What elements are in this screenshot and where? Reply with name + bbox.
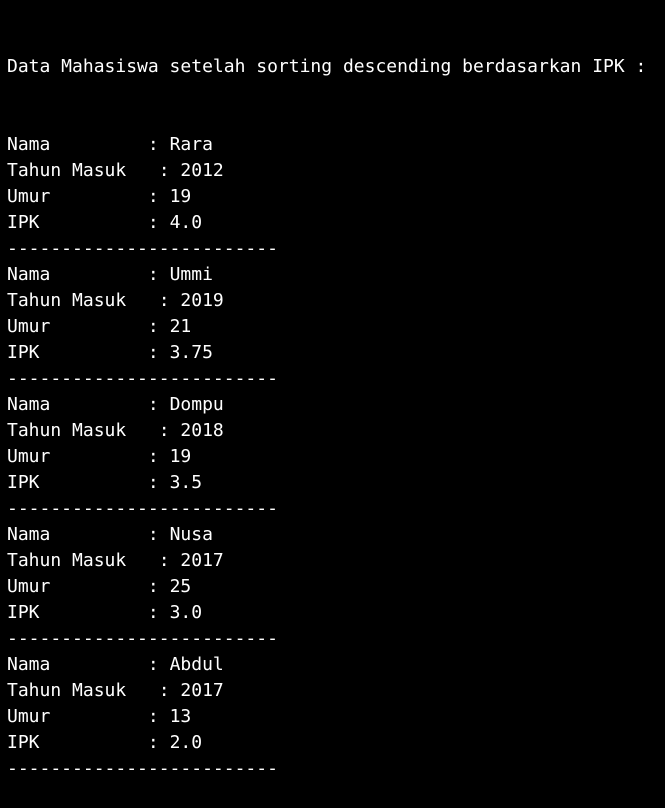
field-label: Nama : (7, 524, 170, 545)
field-value: 3.75 (169, 342, 213, 363)
field-value: Ummi (169, 264, 213, 285)
field-line-tahun-masuk: Tahun Masuk : 2017 (7, 678, 665, 704)
field-label: Nama : (7, 394, 170, 415)
student-record: Nama : Rara Tahun Masuk : 2012 Umur : 19 IP… (7, 132, 665, 262)
field-line-umur: Umur : 19 (7, 184, 665, 210)
separator-line: ------------------------- (7, 498, 278, 519)
student-record: Nama : Abdul Tahun Masuk : 2017 Umur : 13 I… (7, 652, 665, 782)
terminal-output: Data Mahasiswa setelah sorting descendin… (7, 2, 665, 808)
field-label: Tahun Masuk : (7, 550, 181, 571)
field-label: Tahun Masuk : (7, 160, 181, 181)
field-line-ipk: IPK : 4.0 (7, 210, 665, 236)
field-label: IPK : (7, 602, 170, 623)
field-label: Umur : (7, 576, 170, 597)
field-value: 21 (169, 316, 192, 337)
field-label: Umur : (7, 316, 170, 337)
separator-line: ------------------------- (7, 368, 278, 389)
field-value: 2.0 (169, 732, 203, 753)
separator-line: ------------------------- (7, 758, 278, 779)
field-label: Nama : (7, 134, 170, 155)
field-label: Tahun Masuk : (7, 290, 181, 311)
field-line-tahun-masuk: Tahun Masuk : 2012 (7, 158, 665, 184)
field-value: 2019 (180, 290, 224, 311)
field-label: Umur : (7, 186, 170, 207)
field-value: Dompu (169, 394, 224, 415)
output-header: Data Mahasiswa setelah sorting descendin… (7, 56, 647, 77)
field-value: 2017 (180, 550, 224, 571)
field-label: IPK : (7, 732, 170, 753)
field-value: 4.0 (169, 212, 203, 233)
field-value: 2017 (180, 680, 224, 701)
field-label: Nama : (7, 654, 170, 675)
field-value: 3.0 (169, 602, 203, 623)
field-line-umur: Umur : 21 (7, 314, 665, 340)
field-value: Abdul (169, 654, 224, 675)
field-label: Nama : (7, 264, 170, 285)
field-line-ipk: IPK : 3.75 (7, 340, 665, 366)
field-line-ipk: IPK : 3.0 (7, 600, 665, 626)
field-value: 19 (169, 186, 192, 207)
separator-line: ------------------------- (7, 628, 278, 649)
field-line-nama: Nama : Nusa (7, 522, 665, 548)
field-line-tahun-masuk: Tahun Masuk : 2017 (7, 548, 665, 574)
field-label: Umur : (7, 446, 170, 467)
field-value: 25 (169, 576, 192, 597)
field-line-ipk: IPK : 3.5 (7, 470, 665, 496)
field-line-tahun-masuk: Tahun Masuk : 2018 (7, 418, 665, 444)
student-record: Nama : Dompu Tahun Masuk : 2018 Umur : 19 I… (7, 392, 665, 522)
field-value: Rara (169, 134, 213, 155)
field-label: IPK : (7, 212, 170, 233)
field-label: IPK : (7, 342, 170, 363)
field-label: Umur : (7, 706, 170, 727)
field-line-nama: Nama : Abdul (7, 652, 665, 678)
field-line-nama: Nama : Rara (7, 132, 665, 158)
field-value: 3.5 (169, 472, 203, 493)
student-records: Nama : Rara Tahun Masuk : 2012 Umur : 19 IP… (7, 132, 665, 782)
field-value: 2018 (180, 420, 224, 441)
field-line-umur: Umur : 19 (7, 444, 665, 470)
field-line-nama: Nama : Dompu (7, 392, 665, 418)
field-label: Tahun Masuk : (7, 680, 181, 701)
field-value: 19 (169, 446, 192, 467)
field-line-ipk: IPK : 2.0 (7, 730, 665, 756)
field-line-umur: Umur : 13 (7, 704, 665, 730)
field-label: IPK : (7, 472, 170, 493)
field-line-nama: Nama : Ummi (7, 262, 665, 288)
student-record: Nama : Ummi Tahun Masuk : 2019 Umur : 21 IP… (7, 262, 665, 392)
field-line-umur: Umur : 25 (7, 574, 665, 600)
field-value: 13 (169, 706, 192, 727)
student-record: Nama : Nusa Tahun Masuk : 2017 Umur : 25 IP… (7, 522, 665, 652)
field-label: Tahun Masuk : (7, 420, 181, 441)
separator-line: ------------------------- (7, 238, 278, 259)
field-value: 2012 (180, 160, 224, 181)
field-value: Nusa (169, 524, 213, 545)
field-line-tahun-masuk: Tahun Masuk : 2019 (7, 288, 665, 314)
